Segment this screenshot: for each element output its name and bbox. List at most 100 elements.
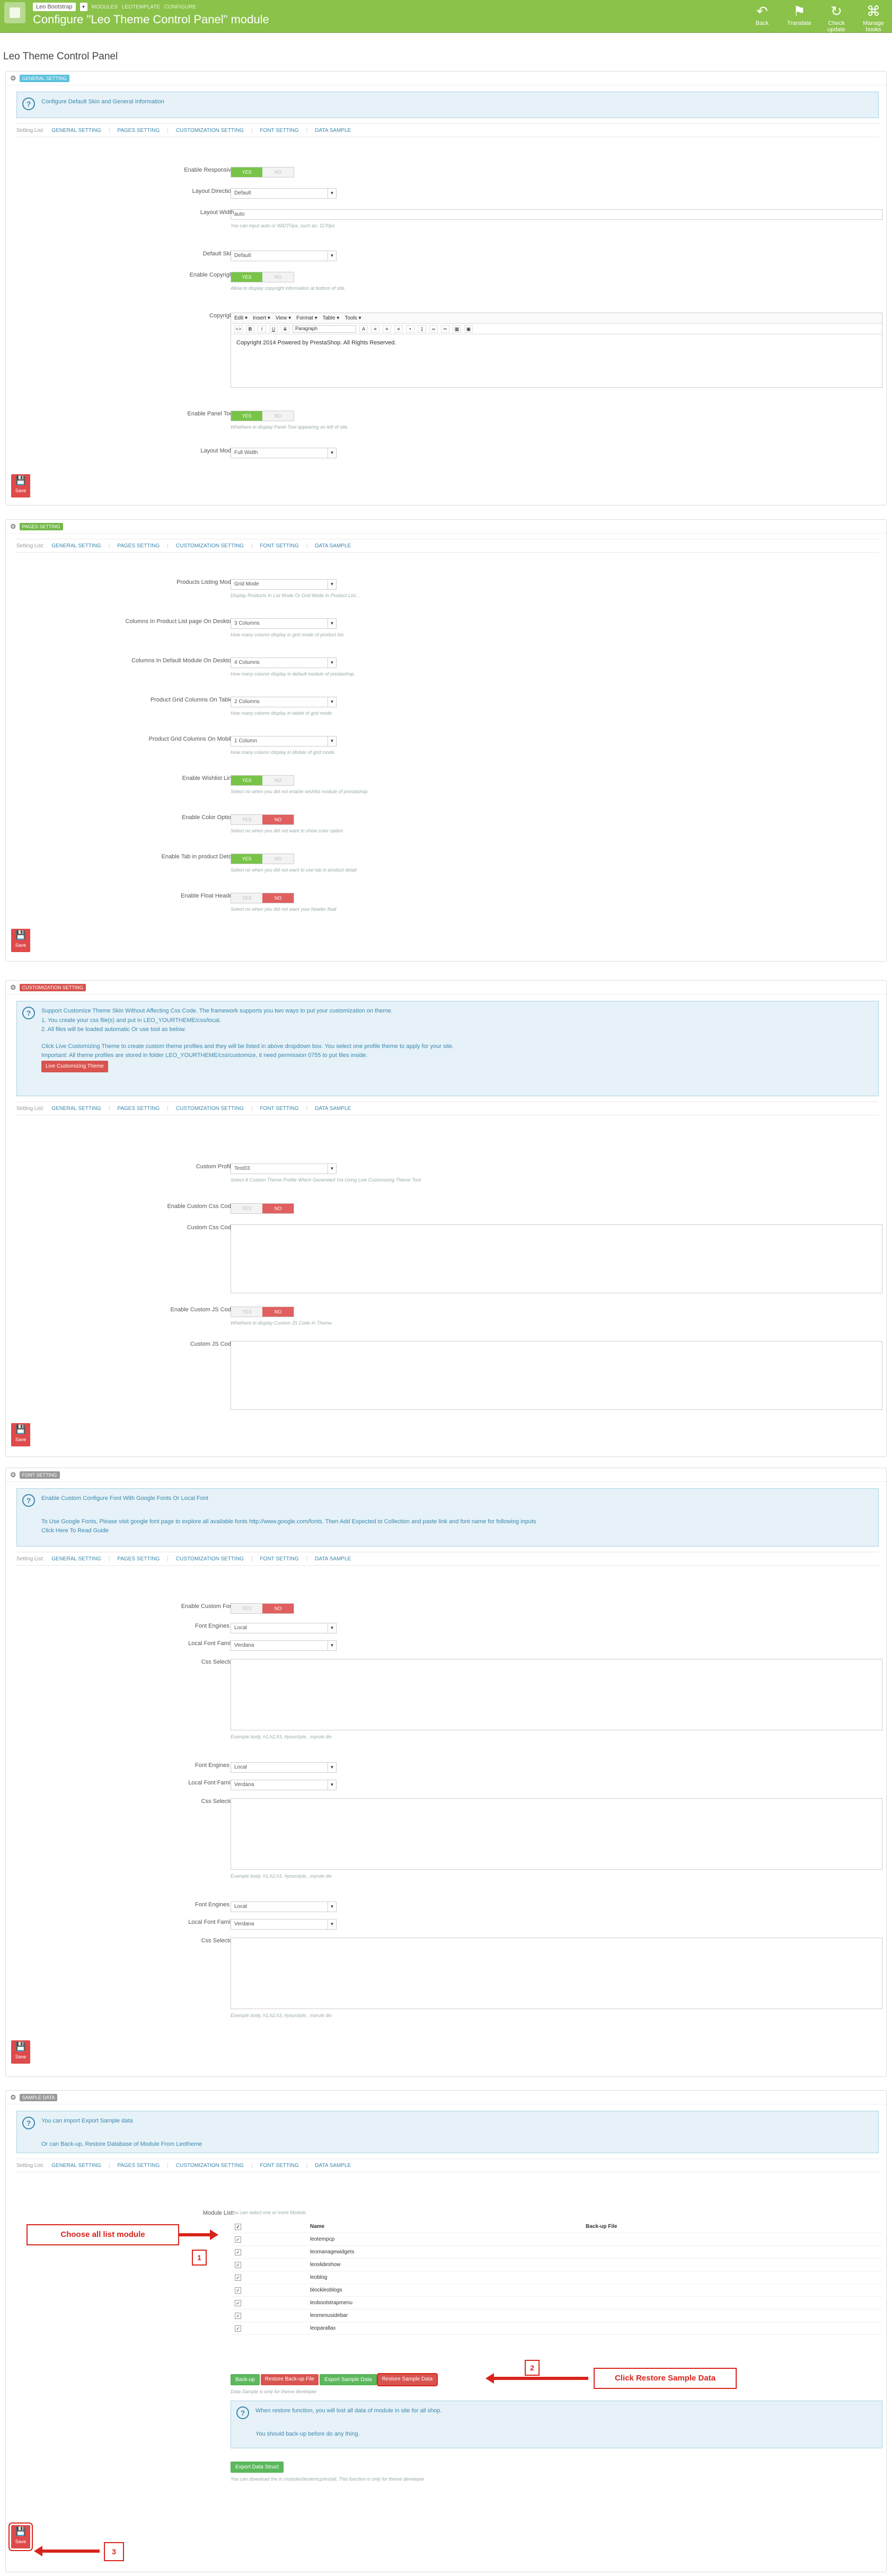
tab-product-switch[interactable]: YES NO [231, 854, 294, 864]
italic-icon[interactable]: I [258, 325, 266, 333]
tab-pages-setting[interactable]: PAGES SETTING [117, 128, 160, 134]
save-button[interactable]: 💾 Save [11, 474, 30, 498]
enable-panel-tool-switch[interactable]: YES NO [231, 411, 294, 421]
module-checkbox[interactable]: ✓ [235, 2287, 241, 2294]
css-selector-2-textarea[interactable] [231, 1798, 882, 1870]
restore-backup-button[interactable]: Restore Back-up File [260, 2374, 319, 2385]
grid-tablet-select[interactable]: 2 Columns ▼ [231, 697, 337, 707]
custom-js-switch[interactable]: YES NO [231, 1307, 294, 1317]
module-checkbox[interactable]: ✓ [235, 2274, 241, 2281]
manage-hooks-button[interactable]: ⌘ Manage hooks [857, 2, 890, 33]
backup-button[interactable]: Back-up [231, 2374, 260, 2385]
chevron-down-icon[interactable]: ▾ [80, 3, 87, 11]
module-checkbox[interactable]: ✓ [235, 2312, 241, 2319]
tab-customization-setting[interactable]: CUSTOMIZATION SETTING [176, 1556, 244, 1562]
tab-pages-setting[interactable]: PAGES SETTING [117, 543, 160, 549]
module-checkbox[interactable]: ✓ [235, 2236, 241, 2243]
crumb-leotemplate[interactable]: LEOTEMPLATE [122, 4, 160, 10]
font-engine-2-select[interactable]: Local ▼ [231, 1762, 337, 1773]
tab-customization-setting[interactable]: CUSTOMIZATION SETTING [176, 1106, 244, 1112]
font-engine-1-select[interactable]: Local ▼ [231, 1623, 337, 1633]
color-option-switch[interactable]: YES NO [231, 814, 294, 825]
layout-width-input[interactable]: auto [231, 209, 882, 220]
tab-font-setting[interactable]: FONT SETTING [260, 2163, 298, 2169]
custom-profile-select[interactable]: Test03 ▼ [231, 1163, 337, 1174]
table-icon[interactable]: ▦ [453, 325, 461, 333]
layout-direction-select[interactable]: Default ▼ [231, 188, 337, 199]
save-button[interactable]: 💾 Save [11, 2040, 30, 2064]
tab-pages-setting[interactable]: PAGES SETTING [117, 1106, 160, 1112]
module-checkbox[interactable]: ✓ [235, 2299, 241, 2306]
module-checkbox[interactable]: ✓ [235, 2325, 241, 2332]
save-button[interactable]: 💾 Save [11, 1423, 30, 1446]
tab-data-sample[interactable]: DATA SAMPLE [315, 2163, 351, 2169]
live-customizing-theme-button[interactable]: Live Customizing Theme [41, 1060, 108, 1072]
tab-general-setting[interactable]: GENERAL SETTING [51, 2163, 101, 2169]
tab-customization-setting[interactable]: CUSTOMIZATION SETTING [176, 128, 244, 134]
align-right-icon[interactable]: ≡ [394, 325, 403, 333]
tab-font-setting[interactable]: FONT SETTING [260, 128, 298, 134]
strikethrough-icon[interactable]: S [281, 325, 289, 333]
tab-customization-setting[interactable]: CUSTOMIZATION SETTING [176, 543, 244, 549]
tab-general-setting[interactable]: GENERAL SETTING [51, 1556, 101, 1562]
bullet-list-icon[interactable]: • [406, 325, 414, 333]
export-sample-data-button[interactable]: Export Sample Data [320, 2374, 377, 2385]
tab-data-sample[interactable]: DATA SAMPLE [315, 1106, 351, 1112]
module-checkbox[interactable]: ✓ [235, 2261, 241, 2268]
tab-data-sample[interactable]: DATA SAMPLE [315, 543, 351, 549]
css-selector-1-textarea[interactable] [231, 1659, 882, 1730]
cols-list-desktop-select[interactable]: 3 Columns ▼ [231, 618, 337, 629]
custom-css-switch[interactable]: YES NO [231, 1203, 294, 1214]
tab-font-setting[interactable]: FONT SETTING [260, 1106, 298, 1112]
tab-font-setting[interactable]: FONT SETTING [260, 1556, 298, 1562]
custom-css-textarea[interactable] [231, 1224, 882, 1293]
unlink-icon[interactable]: ✂ [441, 325, 449, 333]
source-code-icon[interactable]: <> [234, 325, 243, 333]
cols-default-desktop-select[interactable]: 4 Columns ▼ [231, 658, 337, 668]
enable-responsive-switch[interactable]: YES NO [231, 167, 294, 177]
tab-data-sample[interactable]: DATA SAMPLE [315, 128, 351, 134]
tab-pages-setting[interactable]: PAGES SETTING [117, 1556, 160, 1562]
format-select[interactable]: Paragraph [293, 325, 356, 333]
layout-mode-select[interactable]: Full Width ▼ [231, 448, 337, 458]
module-checkbox[interactable]: ✓ [235, 2249, 241, 2255]
image-icon[interactable]: ▣ [464, 325, 473, 333]
font-family-1-select[interactable]: Verdana ▼ [231, 1640, 337, 1651]
default-skin-select[interactable]: Default ▼ [231, 251, 337, 261]
bold-icon[interactable]: B [246, 325, 254, 333]
select-all-checkbox[interactable]: ✓ [235, 2223, 241, 2230]
tab-general-setting[interactable]: GENERAL SETTING [51, 128, 101, 134]
font-engine-3-select[interactable]: Local ▼ [231, 1902, 337, 1912]
text-color-icon[interactable]: A [359, 325, 368, 333]
tab-general-setting[interactable]: GENERAL SETTING [51, 1106, 101, 1112]
tab-data-sample[interactable]: DATA SAMPLE [315, 1556, 351, 1562]
save-button[interactable]: 💾 Save [11, 929, 30, 952]
tab-general-setting[interactable]: GENERAL SETTING [51, 543, 101, 549]
custom-js-textarea[interactable] [231, 1341, 882, 1410]
wishlist-switch[interactable]: YES NO [231, 775, 294, 786]
enable-copyright-switch[interactable]: YES NO [231, 272, 294, 282]
float-header-switch[interactable]: YES NO [231, 893, 294, 903]
save-button[interactable]: 💾 Save [8, 2522, 33, 2551]
align-left-icon[interactable]: ≡ [371, 325, 379, 333]
check-update-button[interactable]: ↻ Check update [820, 2, 853, 33]
grid-mobile-select[interactable]: 1 Column ▼ [231, 736, 337, 747]
module-crumb[interactable]: Leo Bootstrap [33, 3, 76, 11]
tab-pages-setting[interactable]: PAGES SETTING [117, 2163, 160, 2169]
translate-button[interactable]: ⚑ Translate [783, 2, 816, 33]
css-selector-3-textarea[interactable] [231, 1938, 882, 2009]
back-button[interactable]: ↶ Back [746, 2, 779, 33]
editor-content[interactable]: Copyright 2014 Powered by PrestaShop. Al… [231, 334, 882, 387]
font-family-2-select[interactable]: Verdana ▼ [231, 1780, 337, 1790]
align-center-icon[interactable]: ≡ [383, 325, 391, 333]
copyright-editor[interactable]: Edit ▾ Insert ▾ View ▾ Format ▾ Table ▾ … [231, 313, 882, 388]
tab-font-setting[interactable]: FONT SETTING [260, 543, 298, 549]
link-icon[interactable]: ∞ [429, 325, 438, 333]
read-guide-link[interactable]: Click Here To Read Guide [41, 1526, 873, 1536]
listing-mode-select[interactable]: Grid Mode ▼ [231, 579, 337, 590]
restore-sample-data-button[interactable]: Restore Sample Data [376, 2373, 438, 2386]
export-data-struct-button[interactable]: Export Data Struct [231, 2462, 284, 2473]
numbered-list-icon[interactable]: 1 [418, 325, 426, 333]
font-family-3-select[interactable]: Verdana ▼ [231, 1919, 337, 1930]
enable-custom-font-switch[interactable]: YES NO [231, 1603, 294, 1614]
